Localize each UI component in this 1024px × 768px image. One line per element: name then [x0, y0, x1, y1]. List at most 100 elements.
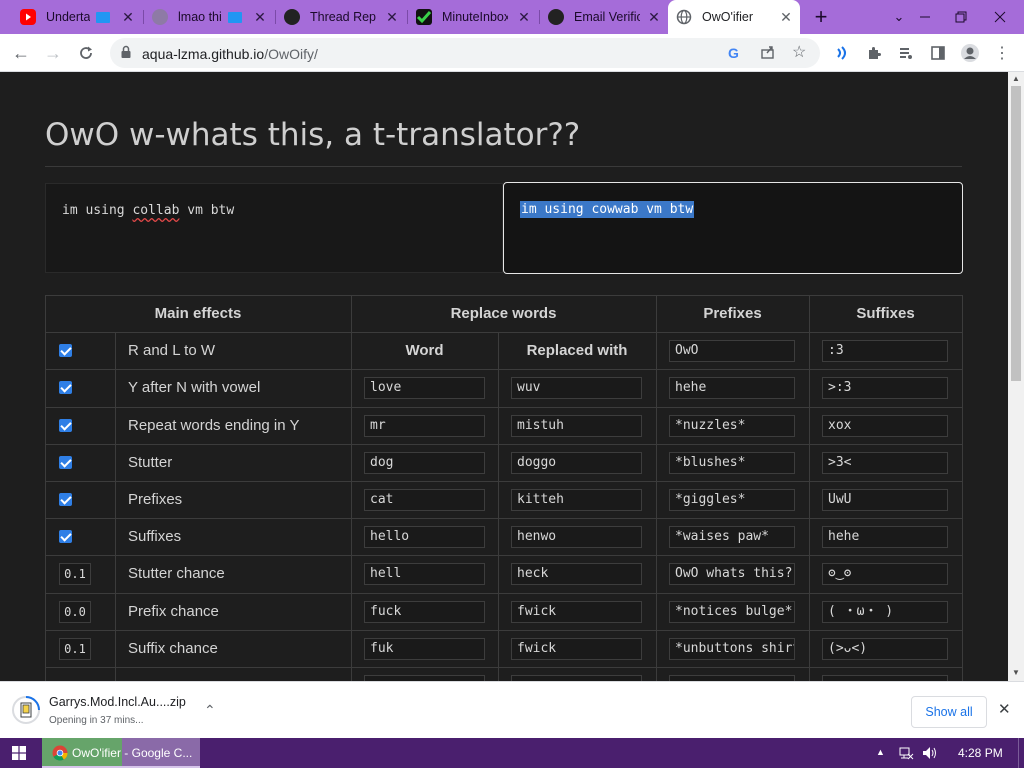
profile-avatar-icon[interactable] [958, 41, 982, 65]
tab-minuteinbox[interactable]: MinuteInbox ✕ [408, 0, 538, 34]
suffix-input[interactable]: :3 [822, 340, 948, 363]
replace-word-input[interactable]: fuck [364, 600, 485, 623]
vm-icon [96, 11, 110, 23]
suffix-input[interactable]: ʘ‿ʘ [822, 563, 948, 586]
effect-checkbox[interactable] [59, 344, 72, 358]
taskbar-chrome-button[interactable]: OwO'ifier - Google C... [42, 738, 200, 768]
volume-icon[interactable] [922, 746, 938, 765]
close-tab-icon[interactable]: ✕ [120, 9, 136, 25]
prefix-input[interactable]: *waises paw* [669, 526, 795, 549]
kebab-menu-icon[interactable]: ⋮ [990, 41, 1014, 65]
share-icon[interactable] [760, 44, 776, 65]
table-row-divider [45, 629, 962, 631]
close-tab-icon[interactable]: ✕ [516, 9, 532, 25]
prefix-input[interactable]: OwO whats this? [669, 563, 795, 586]
tab-lmao[interactable]: lmao this ✕ [144, 0, 274, 34]
chance-input[interactable]: 0.0 [59, 600, 91, 623]
tray-overflow-icon[interactable]: ▲ [876, 747, 885, 757]
effect-checkbox[interactable] [59, 493, 72, 506]
media-queue-icon[interactable] [894, 41, 918, 65]
table-row-divider [45, 667, 962, 668]
suffix-input[interactable]: >3< [822, 451, 948, 474]
replace-with-input[interactable]: heck [511, 563, 642, 586]
extensions-puzzle-icon[interactable] [862, 41, 886, 65]
effect-checkbox[interactable] [59, 381, 72, 395]
lock-icon[interactable] [120, 45, 132, 64]
download-options-chevron-icon[interactable]: ⌃ [204, 702, 216, 719]
suffix-input[interactable]: UwU [822, 489, 948, 511]
replace-word-input[interactable]: cat [364, 489, 485, 511]
prefix-input[interactable]: *giggles* [669, 489, 795, 511]
suffix-input[interactable]: (>ᴗ<) [822, 637, 948, 660]
tab-email-verification[interactable]: Email Verification ✕ [540, 0, 668, 34]
suffix-input[interactable]: ( ・ω・ ) [822, 600, 948, 623]
prefix-input[interactable]: hehe [669, 377, 795, 400]
chance-input[interactable]: 0.1 [59, 563, 91, 586]
replace-word-input[interactable]: love [364, 377, 485, 400]
show-desktop-button[interactable] [1018, 738, 1024, 768]
system-clock[interactable]: 4:28 PM [958, 746, 1003, 760]
back-arrow-icon[interactable]: ← [9, 41, 33, 65]
replace-with-input[interactable]: kitteh [511, 489, 642, 511]
scroll-down-arrow-icon[interactable]: ▼ [1012, 668, 1020, 677]
replace-word-input[interactable]: hell [364, 563, 485, 586]
forward-arrow-icon[interactable]: → [41, 41, 65, 65]
restore-button[interactable] [946, 0, 976, 34]
download-item[interactable] [12, 696, 42, 726]
table-row-divider [45, 332, 962, 334]
output-textarea[interactable]: im using cowwab vm btw [503, 182, 963, 274]
replace-word-input[interactable]: dog [364, 451, 485, 474]
replace-word-input[interactable]: mr [364, 414, 485, 437]
prefix-input[interactable]: *unbuttons shirt [669, 637, 795, 660]
replace-with-input[interactable]: fwick [511, 637, 642, 660]
tab-thread-replies[interactable]: Thread Replies ✕ [276, 0, 406, 34]
show-all-button[interactable]: Show all [911, 696, 987, 728]
prefix-input[interactable]: *notices bulge* [669, 600, 795, 623]
side-panel-icon[interactable] [926, 41, 950, 65]
close-tab-icon[interactable]: ✕ [384, 9, 400, 25]
suffix-input[interactable]: xox [822, 414, 948, 437]
close-tab-icon[interactable]: ✕ [778, 9, 794, 25]
effect-checkbox[interactable] [59, 530, 72, 544]
replace-word-input[interactable]: fuk [364, 637, 485, 660]
bookmark-star-icon[interactable]: ☆ [792, 42, 806, 62]
prefix-input[interactable]: *blushes* [669, 451, 795, 474]
effect-checkbox[interactable] [59, 418, 72, 432]
suffix-input[interactable]: hehe [822, 526, 948, 549]
download-filename[interactable]: Garrys.Mod.Incl.Au....zip [49, 695, 186, 709]
replace-with-input[interactable]: doggo [511, 451, 642, 474]
chance-input[interactable]: 0.1 [59, 637, 91, 660]
tab-undertale[interactable]: Undertale ✕ [12, 0, 142, 34]
scrollbar-thumb[interactable] [1011, 86, 1021, 381]
page-scrollbar[interactable]: ▲ ▼ [1008, 72, 1024, 681]
google-translate-icon[interactable]: G [728, 45, 739, 61]
windows-start-icon[interactable] [12, 746, 26, 765]
minimize-button[interactable] [910, 0, 940, 34]
address-bar[interactable]: aqua-lzma.github.io/OwOify/ G ☆ [110, 38, 820, 68]
header-suffixes: Suffixes [856, 305, 915, 322]
suffix-input[interactable]: >:3 [822, 377, 948, 400]
replace-word-input[interactable]: hello [364, 526, 485, 549]
prefix-input[interactable]: OwO [669, 340, 795, 363]
effect-checkbox[interactable] [59, 455, 72, 469]
tab-search-chevron-icon[interactable]: ⌄ [886, 0, 912, 34]
replace-with-input[interactable]: henwo [511, 526, 642, 549]
close-window-button[interactable] [982, 0, 1018, 34]
download-status: Opening in 37 mins... [49, 715, 144, 726]
scroll-up-arrow-icon[interactable]: ▲ [1012, 74, 1020, 83]
table-row-divider [45, 406, 962, 408]
audio-extension-icon[interactable] [830, 41, 854, 65]
tab-owoifier[interactable]: OwO'ifier ✕ [668, 0, 800, 34]
close-tab-icon[interactable]: ✕ [252, 9, 268, 25]
replace-with-input[interactable]: wuv [511, 377, 642, 400]
replace-with-input[interactable]: fwick [511, 600, 642, 623]
reload-icon[interactable] [74, 41, 98, 65]
prefix-input[interactable]: *nuzzles* [669, 414, 795, 437]
input-textarea[interactable]: im using collab vm btw [45, 183, 503, 273]
replace-with-input[interactable]: mistuh [511, 414, 642, 437]
thread-icon [284, 9, 300, 25]
network-icon[interactable] [898, 746, 914, 765]
new-tab-button[interactable]: + [808, 0, 834, 34]
close-download-bar-icon[interactable]: ✕ [998, 700, 1011, 718]
close-tab-icon[interactable]: ✕ [646, 9, 662, 25]
